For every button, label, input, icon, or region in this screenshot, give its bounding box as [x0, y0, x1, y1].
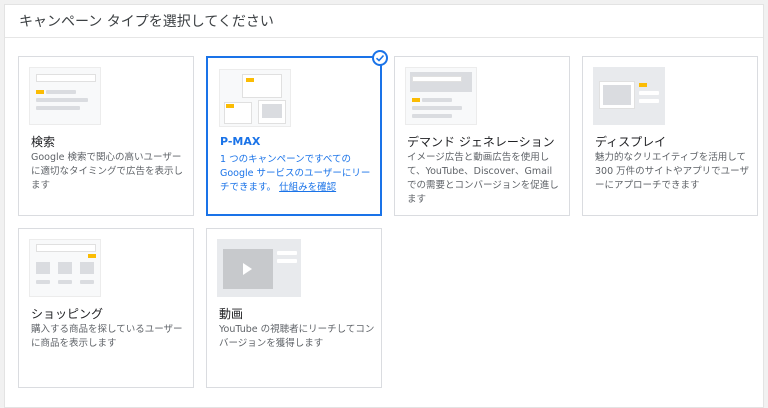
demand-gen-thumbnail [405, 67, 477, 125]
campaign-card-display[interactable]: ディスプレイ 魅力的なクリエイティブを活用して 300 万件のサイトやアプリでユ… [582, 56, 758, 216]
card-description: Google 検索で関心の高いユーザーに適切なタイミングで広告を表示します [31, 152, 184, 191]
card-label: P-MAX [220, 135, 261, 148]
pmax-thumbnail [219, 69, 291, 127]
campaign-card-video[interactable]: 動画 YouTube の視聴者にリーチしてコンバージョンを獲得します [206, 228, 382, 388]
card-description: 1 つのキャンペーンですべての Google サービスのユーザーにリーチできます… [220, 153, 376, 195]
shopping-thumbnail [29, 239, 101, 297]
card-label: ディスプレイ [595, 135, 667, 149]
video-thumbnail [217, 239, 301, 297]
learn-more-link[interactable]: 仕組みを確認 [279, 182, 336, 193]
card-label: デマンド ジェネレーション [407, 135, 555, 149]
card-description: 魅力的なクリエイティブを活用して 300 万件のサイトやアプリでユーザーにアプロ… [595, 152, 749, 191]
play-icon [243, 263, 252, 275]
card-label: ショッピング [31, 307, 104, 321]
page-title: キャンペーン タイプを選択してください [19, 14, 274, 30]
campaign-card-search[interactable]: 検索 Google 検索で関心の高いユーザーに適切なタイミングで広告を表示します [18, 56, 194, 216]
check-circle-icon [372, 50, 388, 66]
campaign-card-shopping[interactable]: ショッピング 購入する商品を探しているユーザーに商品を表示します [18, 228, 194, 388]
campaign-card-pmax[interactable]: P-MAX 1 つのキャンペーンですべての Google サービスのユーザーにリ… [206, 50, 388, 216]
search-thumbnail [29, 67, 101, 125]
card-label: 動画 [219, 307, 244, 321]
card-description: YouTube の視聴者にリーチしてコンバージョンを獲得します [219, 324, 375, 349]
card-description: 購入する商品を探しているユーザーに商品を表示します [31, 324, 183, 349]
card-label: 検索 [31, 135, 56, 149]
campaign-card-demand-gen[interactable]: デマンド ジェネレーション イメージ広告と動画広告を使用して、YouTube、D… [394, 56, 570, 216]
panel-header: キャンペーン タイプを選択してください [5, 5, 763, 38]
card-description: イメージ広告と動画広告を使用して、YouTube、Discover、Gmail … [407, 152, 559, 205]
display-thumbnail [593, 67, 665, 125]
